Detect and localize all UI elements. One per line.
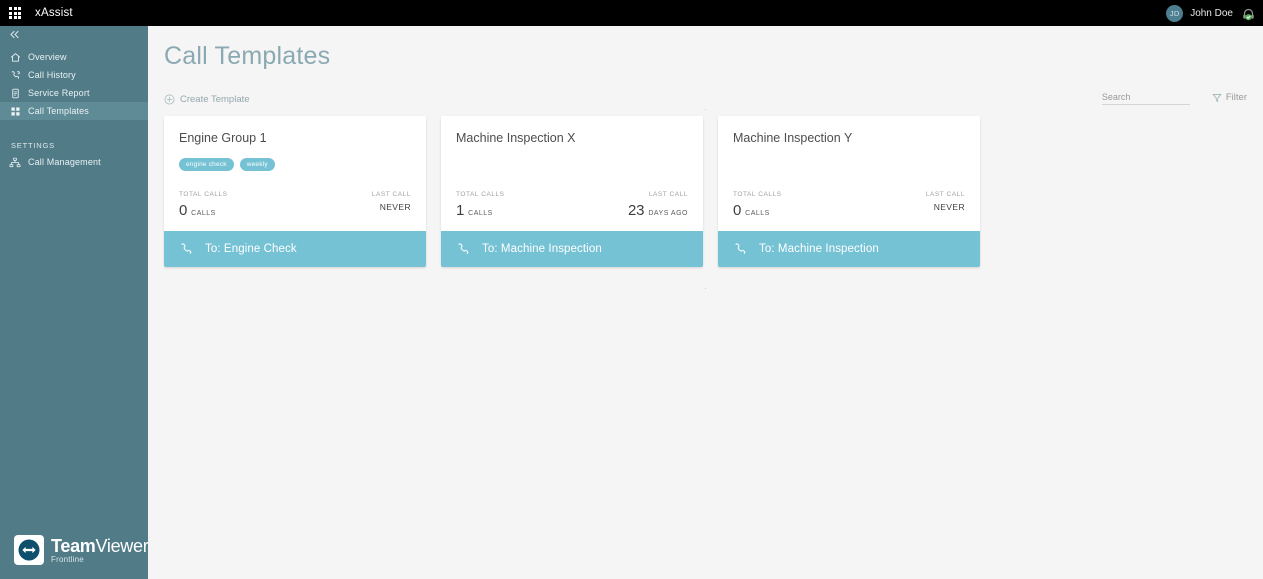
sidebar-item-service-report[interactable]: Service Report bbox=[0, 84, 148, 102]
phone-history-icon bbox=[7, 70, 23, 81]
total-calls-label: TOTAL CALLS bbox=[179, 191, 228, 198]
search-filter-group: Filter bbox=[1101, 92, 1247, 105]
card-tag[interactable]: weekly bbox=[239, 158, 275, 171]
brand-name-light: Viewer bbox=[95, 535, 149, 556]
card-tag-row: engine check weekly bbox=[179, 158, 411, 171]
last-call-unit: DAYS AGO bbox=[648, 210, 688, 217]
brand-name-bold: Team bbox=[51, 535, 96, 556]
phone-handset-icon bbox=[181, 242, 192, 254]
plus-circle-icon bbox=[164, 94, 175, 105]
card-call-button[interactable]: To: Machine Inspection bbox=[718, 231, 980, 267]
funnel-icon bbox=[1212, 93, 1222, 102]
total-calls-stat: TOTAL CALLS 0 CALLS bbox=[733, 191, 782, 219]
org-chart-icon bbox=[7, 157, 23, 168]
card-call-label: To: Machine Inspection bbox=[759, 243, 879, 255]
create-template-button[interactable]: Create Template bbox=[164, 94, 250, 105]
avatar[interactable]: JD bbox=[1166, 4, 1184, 22]
total-calls-value: 0 bbox=[733, 202, 742, 219]
phone-handset-icon bbox=[735, 242, 746, 254]
apps-grid-icon[interactable] bbox=[6, 4, 24, 22]
card-title: Machine Inspection X bbox=[456, 131, 576, 145]
template-card[interactable]: Machine Inspection X TOTAL CALLS 1 CALLS… bbox=[441, 116, 703, 267]
total-calls-value: 0 bbox=[179, 202, 188, 219]
card-title: Engine Group 1 bbox=[179, 131, 267, 145]
grid-template-icon bbox=[7, 106, 23, 117]
card-tag[interactable]: engine check bbox=[179, 158, 234, 171]
brand-subtitle: Frontline bbox=[51, 554, 84, 564]
last-call-stat: LAST CALL 23 DAYS AGO bbox=[628, 191, 688, 219]
card-call-label: To: Machine Inspection bbox=[482, 243, 602, 255]
sidebar-item-label: Call Templates bbox=[28, 106, 89, 116]
sidebar-item-label: Service Report bbox=[28, 88, 90, 98]
top-bar: xAssist JD John Doe bbox=[0, 0, 1263, 26]
last-call-stat: LAST CALL NEVER bbox=[926, 191, 965, 219]
filter-button[interactable]: Filter bbox=[1212, 92, 1247, 105]
card-call-button[interactable]: To: Engine Check bbox=[164, 231, 426, 267]
card-tag-row bbox=[733, 158, 965, 171]
sidebar-nav: Overview Call History Service Report Cal… bbox=[0, 48, 148, 171]
total-calls-stat: TOTAL CALLS 0 CALLS bbox=[179, 191, 228, 219]
last-call-stat: LAST CALL NEVER bbox=[372, 191, 411, 219]
phone-handset-icon bbox=[458, 242, 469, 254]
sidebar-item-label: Overview bbox=[28, 52, 67, 62]
sidebar-item-overview[interactable]: Overview bbox=[0, 48, 148, 66]
teamviewer-brand: TeamViewer Frontline bbox=[14, 535, 149, 565]
teamviewer-arrows-icon bbox=[14, 535, 44, 565]
total-calls-label: TOTAL CALLS bbox=[456, 191, 505, 198]
template-card-grid: Engine Group 1 engine check weekly TOTAL… bbox=[148, 113, 1263, 267]
total-calls-value: 1 bbox=[456, 202, 465, 219]
sidebar-settings-label: SETTINGS bbox=[11, 140, 55, 150]
app-root: xAssist JD John Doe Overview Call Histor… bbox=[0, 0, 1263, 579]
user-name: John Doe bbox=[1190, 7, 1233, 19]
page-title: Call Templates bbox=[164, 42, 331, 70]
card-body: Engine Group 1 engine check weekly TOTAL… bbox=[164, 116, 426, 231]
card-tag-row bbox=[456, 158, 688, 171]
sidebar-item-label: Call Management bbox=[28, 157, 101, 167]
card-title: Machine Inspection Y bbox=[733, 131, 853, 145]
toolbar: Create Template Filter bbox=[148, 71, 1263, 105]
last-call-unit: NEVER bbox=[933, 202, 965, 212]
total-calls-label: TOTAL CALLS bbox=[733, 191, 782, 198]
card-stats: TOTAL CALLS 0 CALLS LAST CALL NEVER bbox=[733, 191, 965, 219]
top-marker: · bbox=[704, 104, 707, 114]
document-icon bbox=[7, 88, 23, 99]
last-call-label: LAST CALL bbox=[371, 191, 411, 198]
last-call-unit: NEVER bbox=[379, 202, 411, 212]
app-title: xAssist bbox=[35, 7, 73, 19]
sidebar: Overview Call History Service Report Cal… bbox=[0, 26, 149, 579]
last-call-value: 23 bbox=[628, 202, 645, 219]
sidebar-divider bbox=[0, 120, 148, 137]
home-icon bbox=[7, 52, 23, 63]
filter-label: Filter bbox=[1225, 92, 1247, 103]
card-body: Machine Inspection Y TOTAL CALLS 0 CALLS… bbox=[718, 116, 980, 231]
template-card[interactable]: Engine Group 1 engine check weekly TOTAL… bbox=[164, 116, 426, 267]
card-call-label: To: Engine Check bbox=[205, 243, 297, 255]
total-calls-stat: TOTAL CALLS 1 CALLS bbox=[456, 191, 505, 219]
main-content: Call Templates Create Template Filter bbox=[148, 26, 1263, 579]
top-bar-right: JD John Doe bbox=[1166, 4, 1259, 22]
sidebar-item-call-templates[interactable]: Call Templates bbox=[0, 102, 148, 120]
last-call-label: LAST CALL bbox=[925, 191, 965, 198]
card-body: Machine Inspection X TOTAL CALLS 1 CALLS… bbox=[441, 116, 703, 231]
card-stats: TOTAL CALLS 1 CALLS LAST CALL 23 DAYS AG… bbox=[456, 191, 688, 219]
sidebar-item-call-history[interactable]: Call History bbox=[0, 66, 148, 84]
card-call-button[interactable]: To: Machine Inspection bbox=[441, 231, 703, 267]
total-calls-unit: CALLS bbox=[745, 210, 770, 217]
sidebar-collapse-button[interactable] bbox=[0, 26, 148, 43]
search-input[interactable] bbox=[1101, 92, 1190, 105]
chevron-double-left-icon bbox=[10, 30, 19, 39]
last-call-label: LAST CALL bbox=[648, 191, 688, 198]
bottom-marker: · bbox=[704, 283, 707, 293]
card-stats: TOTAL CALLS 0 CALLS LAST CALL NEVER bbox=[179, 191, 411, 219]
sidebar-item-label: Call History bbox=[28, 70, 76, 80]
total-calls-unit: CALLS bbox=[468, 210, 493, 217]
template-card[interactable]: Machine Inspection Y TOTAL CALLS 0 CALLS… bbox=[718, 116, 980, 267]
create-template-label: Create Template bbox=[180, 94, 250, 105]
teamviewer-wordmark: TeamViewer Frontline bbox=[51, 535, 149, 564]
sidebar-item-call-management[interactable]: Call Management bbox=[0, 153, 148, 171]
total-calls-unit: CALLS bbox=[191, 210, 216, 217]
support-status-icon[interactable] bbox=[1240, 5, 1257, 22]
